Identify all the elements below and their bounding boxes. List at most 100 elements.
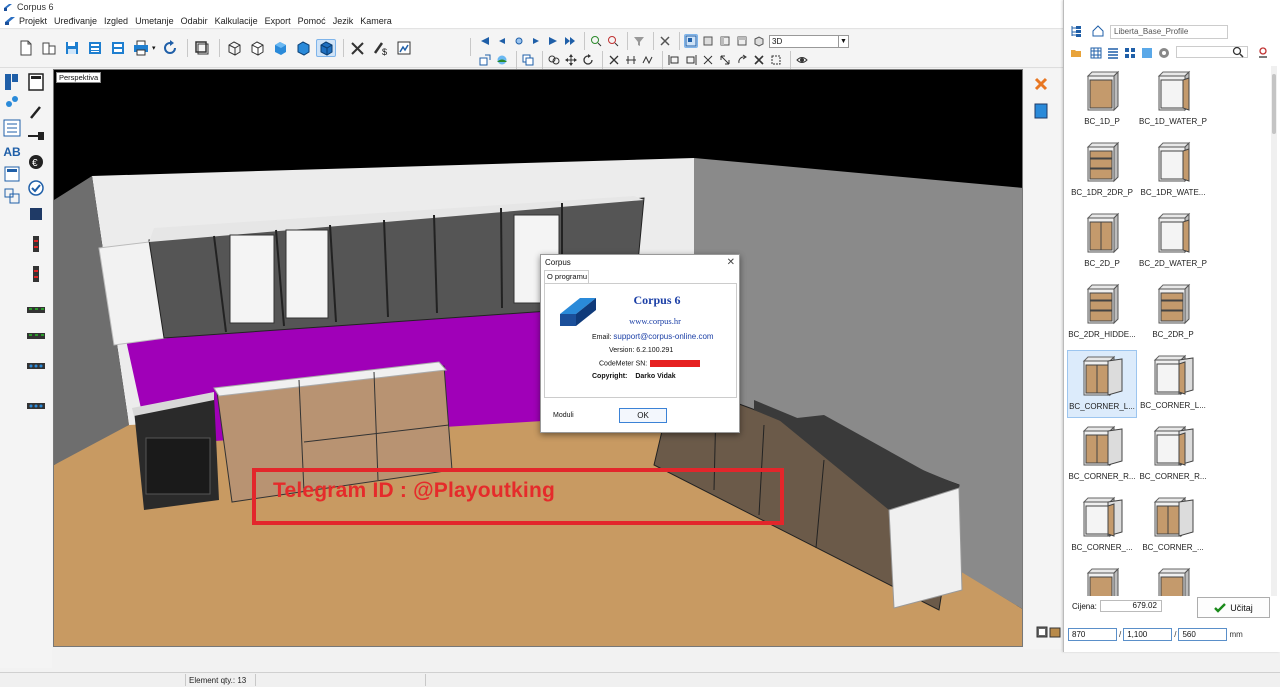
menu-uredivanje[interactable]: Uređivanje (54, 16, 97, 26)
shaded-edges-view-icon[interactable] (293, 39, 313, 57)
print-dropdown-icon[interactable]: ▾ (152, 44, 156, 52)
calculator-tool-icon[interactable] (2, 164, 22, 184)
print-icon[interactable] (131, 39, 151, 57)
fast-forward-icon[interactable] (563, 34, 577, 48)
text-tool-icon[interactable]: AB (2, 142, 22, 162)
library-item[interactable]: BC_CORNER_... (1138, 492, 1208, 560)
3d-viewport[interactable]: Perspektiva (53, 69, 1023, 647)
email-link[interactable]: support@corpus-online.com (613, 332, 713, 341)
home-icon[interactable] (1092, 25, 1104, 39)
wall-cabinet-tool-icon[interactable] (26, 72, 46, 92)
price-settings-icon[interactable]: $ (371, 39, 391, 57)
select-object-icon[interactable] (192, 39, 212, 57)
bookmark-icon[interactable] (1034, 103, 1048, 121)
row-blue-2-icon[interactable] (26, 396, 46, 416)
eye-icon[interactable] (795, 53, 809, 67)
menu-odabir[interactable]: Odabir (181, 16, 208, 26)
floor-plan-icon[interactable] (684, 34, 698, 48)
key-tool-icon[interactable] (26, 126, 46, 146)
grid-small-icon[interactable] (1124, 47, 1136, 61)
close-icon[interactable] (1033, 76, 1049, 94)
menu-umetanje[interactable]: Umetanje (135, 16, 174, 26)
center-icon[interactable] (512, 34, 526, 48)
top-view-icon[interactable] (735, 34, 749, 48)
cabinet-tool-icon[interactable] (2, 72, 22, 92)
rotate-icon[interactable] (581, 53, 595, 67)
list-tool-icon[interactable] (2, 118, 22, 138)
open-file-icon[interactable] (39, 39, 59, 57)
library-item[interactable]: BC_2DR_HIDDE... (1067, 279, 1137, 347)
library-item[interactable]: BC_1DR_WATE... (1138, 137, 1208, 205)
report-icon[interactable] (394, 39, 414, 57)
load-button[interactable]: Učitaj (1197, 597, 1270, 618)
hidden-line-view-icon[interactable] (247, 39, 267, 57)
refresh-icon[interactable] (160, 39, 180, 57)
library-item[interactable] (1138, 563, 1208, 596)
align-right-icon[interactable] (684, 53, 698, 67)
tiles-icon[interactable] (1141, 47, 1153, 61)
save-all-icon[interactable] (108, 39, 128, 57)
side-view-icon[interactable] (718, 34, 732, 48)
library-item[interactable]: BC_2DR_P (1138, 279, 1208, 347)
brush-tool-icon[interactable] (26, 102, 46, 122)
grid-large-icon[interactable] (1090, 47, 1102, 61)
list-view-icon[interactable] (1107, 47, 1119, 61)
library-item[interactable]: BC_1D_P (1067, 66, 1137, 134)
library-item[interactable]: BC_CORNER_R... (1138, 421, 1208, 489)
tools-icon[interactable] (348, 39, 368, 57)
menu-jezik[interactable]: Jezik (333, 16, 354, 26)
menu-export[interactable]: Export (265, 16, 291, 26)
menu-kalkulacije[interactable]: Kalkulacije (215, 16, 258, 26)
menu-pomoc[interactable]: Pomoć (298, 16, 326, 26)
library-item[interactable]: BC_CORNER_L... (1138, 350, 1208, 418)
menu-projekt[interactable]: Projekt (19, 16, 47, 26)
rotate-90-icon[interactable] (735, 53, 749, 67)
menu-kamera[interactable]: Kamera (360, 16, 392, 26)
copy-icon[interactable] (521, 53, 535, 67)
library-item[interactable]: BC_1D_WATER_P (1138, 66, 1208, 134)
view-mode-select[interactable]: 3D ▼ (769, 34, 849, 48)
zoom-out-icon[interactable] (606, 34, 620, 48)
rotate-right-icon[interactable] (529, 34, 543, 48)
library-item[interactable]: BC_2D_WATER_P (1138, 208, 1208, 276)
library-item[interactable] (1067, 563, 1137, 596)
user-search-icon[interactable] (1257, 46, 1269, 60)
row-blue-icon[interactable] (26, 356, 46, 376)
move-icon[interactable] (564, 53, 578, 67)
library-item[interactable]: BC_CORNER_... (1067, 492, 1137, 560)
measure-icon[interactable] (641, 53, 655, 67)
export-icon[interactable] (478, 53, 492, 67)
website-link[interactable]: www.corpus.hr (615, 316, 695, 326)
filter-icon[interactable] (632, 34, 646, 48)
move-left-icon[interactable] (478, 34, 492, 48)
textured-view-icon[interactable] (315, 39, 336, 57)
library-scrollbar[interactable] (1271, 66, 1277, 596)
library-item[interactable]: BC_CORNER_L... (1067, 350, 1137, 418)
resize-icon[interactable] (718, 53, 732, 67)
mirror-icon[interactable] (701, 53, 715, 67)
check-icon[interactable] (26, 178, 46, 198)
search-icon[interactable] (1232, 46, 1244, 60)
snap-icon[interactable] (769, 53, 783, 67)
molecule-tool-icon[interactable] (2, 92, 22, 112)
dark-box-icon[interactable] (26, 204, 46, 224)
height-field[interactable]: 1,100 (1123, 628, 1173, 641)
row-green-2-icon[interactable] (26, 326, 46, 346)
tab-about[interactable]: O programu (544, 270, 589, 283)
euro-icon[interactable]: € (26, 152, 46, 172)
save-as-icon[interactable] (85, 39, 105, 57)
link-icon[interactable] (547, 53, 561, 67)
new-file-icon[interactable] (16, 39, 36, 57)
app-menu-icon[interactable] (4, 16, 16, 26)
distribute-icon[interactable] (624, 53, 638, 67)
align-left-icon[interactable] (667, 53, 681, 67)
width-field[interactable]: 870 (1068, 628, 1117, 641)
wireframe-view-icon[interactable] (224, 39, 244, 57)
save-icon[interactable] (62, 39, 82, 57)
cut-icon[interactable] (607, 53, 621, 67)
shaded-view-icon[interactable] (270, 39, 290, 57)
iso-view-icon[interactable] (752, 34, 766, 48)
library-item[interactable]: BC_2D_P (1067, 208, 1137, 276)
depth-field[interactable]: 560 (1178, 628, 1228, 641)
folder-icon[interactable] (1070, 47, 1082, 61)
